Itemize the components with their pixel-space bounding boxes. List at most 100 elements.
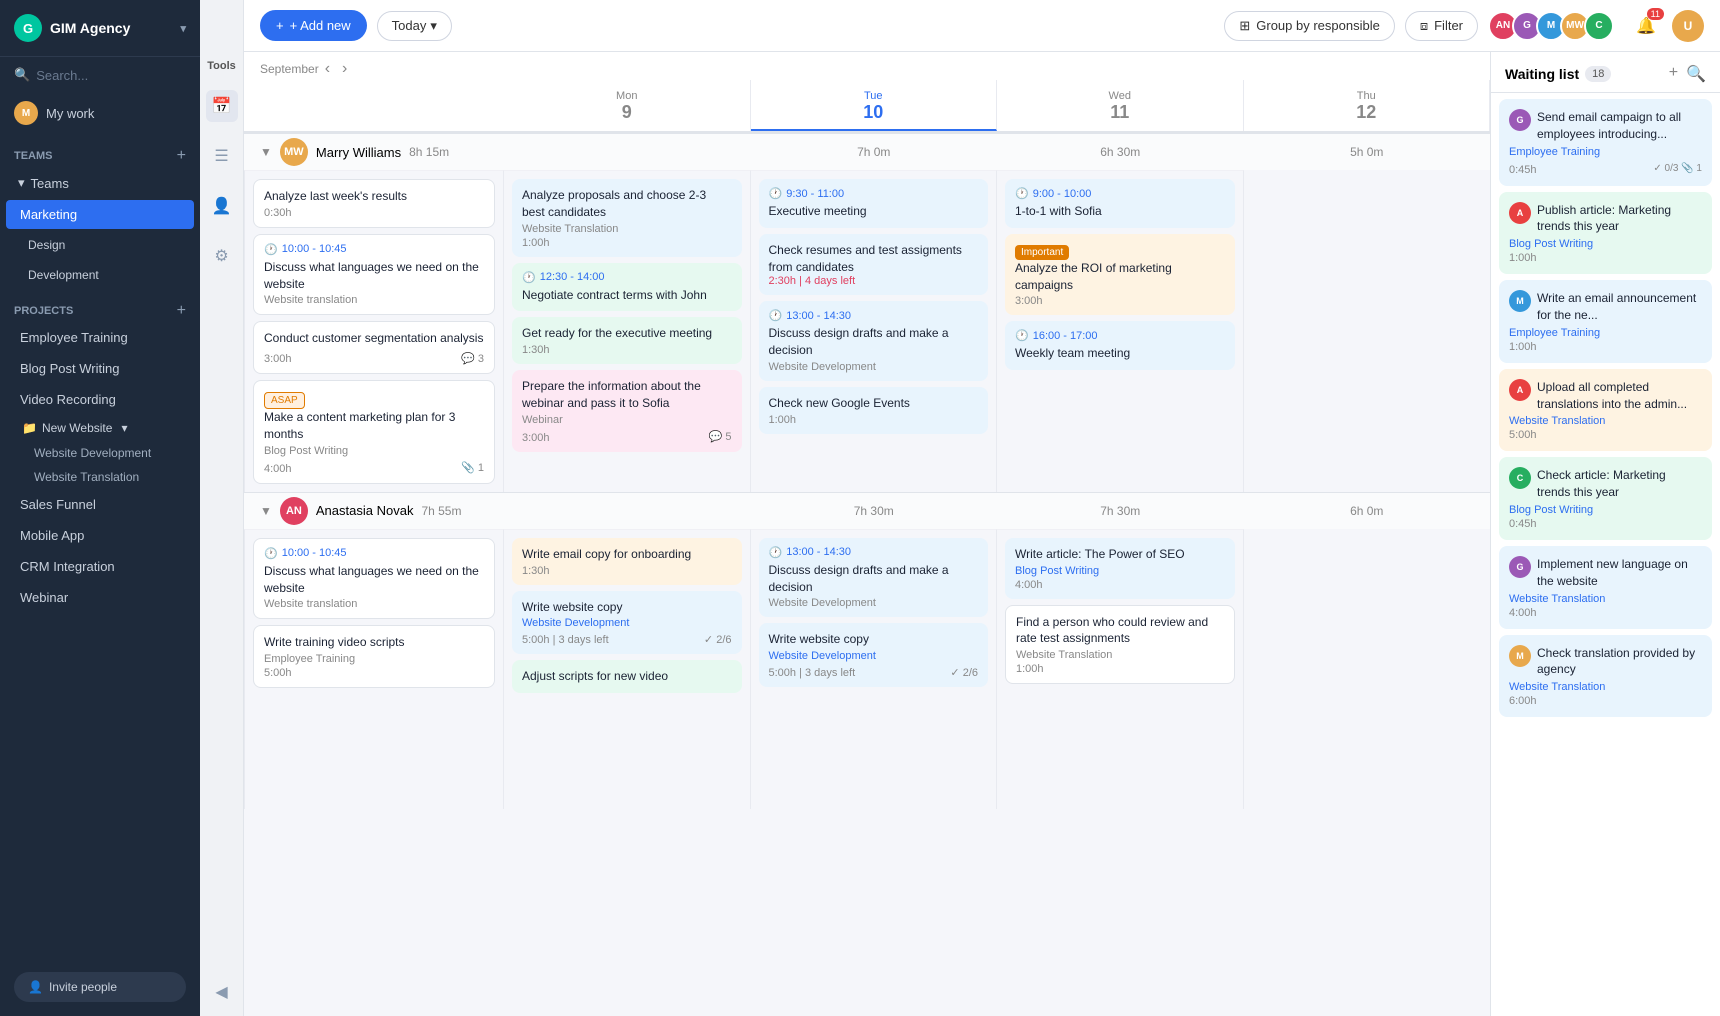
task-check: ✓ 2/6 <box>950 666 978 679</box>
task-title: Analyze proposals and choose 2-3 best ca… <box>522 187 732 221</box>
task-card[interactable]: 🕐 9:30 - 11:00 Executive meeting <box>759 179 989 228</box>
sidebar-item-marketing[interactable]: Marketing <box>6 200 194 229</box>
notifications-button[interactable]: 🔔 11 <box>1630 10 1662 42</box>
wl-item-title: Check translation provided by agency <box>1537 645 1702 679</box>
anastasia-avatar: AN <box>280 497 308 525</box>
add-label: + Add new <box>290 18 351 33</box>
filter-button[interactable]: ⧈ Filter <box>1405 11 1478 41</box>
wl-item-project: Employee Training <box>1509 327 1702 339</box>
task-card[interactable]: Write email copy for onboarding 1:30h <box>512 538 742 585</box>
wl-item[interactable]: M Write an email announcement for the ne… <box>1499 280 1712 363</box>
wl-item[interactable]: A Upload all completed translations into… <box>1499 369 1712 452</box>
task-title: Executive meeting <box>769 203 979 220</box>
sidebar-item-mobile-app[interactable]: Mobile App <box>6 521 194 550</box>
task-card[interactable]: Write training video scripts Employee Tr… <box>253 625 495 688</box>
wl-item-project: Employee Training <box>1509 146 1702 158</box>
task-card[interactable]: Find a person who could review and rate … <box>1005 605 1235 685</box>
task-title: Negotiate contract terms with John <box>522 287 732 304</box>
wl-item-title: Implement new language on the website <box>1537 556 1702 590</box>
wl-item[interactable]: A Publish article: Marketing trends this… <box>1499 192 1712 275</box>
collapse-nav-button[interactable]: ◀ <box>206 984 238 1016</box>
sidebar-item-new-website[interactable]: 📁 New Website ▾ <box>0 415 200 441</box>
wl-item-project: Website Translation <box>1509 415 1702 427</box>
task-card[interactable]: 🕐 10:00 - 10:45 Discuss what languages w… <box>253 538 495 620</box>
sidebar-item-website-translation[interactable]: Website Translation <box>0 465 200 489</box>
wl-item-check: ✓ 0/3 📎 1 <box>1653 163 1702 174</box>
wl-item[interactable]: M Check translation provided by agency W… <box>1499 635 1712 718</box>
task-card[interactable]: Write website copy Website Development 5… <box>759 623 989 687</box>
add-new-button[interactable]: + + Add new <box>260 10 367 41</box>
task-title: Analyze the ROI of marketing campaigns <box>1015 260 1225 294</box>
collapse-marry-button[interactable]: ▼ <box>260 145 272 159</box>
task-card[interactable]: Conduct customer segmentation analysis 3… <box>253 321 495 374</box>
month-label: September <box>260 62 319 76</box>
task-card[interactable]: 🕐 16:00 - 17:00 Weekly team meeting <box>1005 321 1235 370</box>
tools-icon[interactable]: Tools <box>207 60 236 72</box>
sidebar-item-crm-integration[interactable]: CRM Integration <box>6 552 194 581</box>
anastasia-tue-hours: 7h 30m <box>751 504 998 518</box>
settings-icon[interactable]: ⚙ <box>206 240 238 272</box>
anastasia-total-hours: 7h 55m <box>421 504 461 518</box>
calendar-icon[interactable]: 📅 <box>206 90 238 122</box>
list-icon[interactable]: ☰ <box>206 140 238 172</box>
task-card[interactable]: Important Analyze the ROI of marketing c… <box>1005 234 1235 316</box>
wl-item-header: A Upload all completed translations into… <box>1509 379 1702 413</box>
brand[interactable]: G GIM Agency ▾ <box>0 0 200 57</box>
sidebar-item-website-development[interactable]: Website Development <box>0 441 200 465</box>
task-time: 🕐 10:00 - 10:45 <box>264 547 484 560</box>
sidebar-item-development[interactable]: Development <box>6 261 194 289</box>
person-icon[interactable]: 👤 <box>206 190 238 222</box>
brand-chevron[interactable]: ▾ <box>180 22 186 35</box>
next-week-button[interactable]: › <box>336 58 353 80</box>
task-card[interactable]: Write article: The Power of SEO Blog Pos… <box>1005 538 1235 599</box>
task-card[interactable]: Get ready for the executive meeting 1:30… <box>512 317 742 364</box>
search-waiting-button[interactable]: 🔍 <box>1686 64 1706 84</box>
task-time: 🕐 12:30 - 14:00 <box>522 271 732 284</box>
today-button[interactable]: Today ▾ <box>377 11 452 41</box>
task-card[interactable]: 🕐 9:00 - 10:00 1-to-1 with Sofia <box>1005 179 1235 228</box>
task-card[interactable]: Write website copy Website Development 5… <box>512 591 742 655</box>
my-work-item[interactable]: M My work <box>0 93 200 133</box>
sidebar-item-teams-expand[interactable]: ▾ Teams <box>6 168 194 198</box>
sidebar-item-sales-funnel[interactable]: Sales Funnel <box>6 490 194 519</box>
sidebar-item-employee-training[interactable]: Employee Training <box>6 323 194 352</box>
avatar-5[interactable]: C <box>1584 11 1614 41</box>
collapse-anastasia-button[interactable]: ▼ <box>260 504 272 518</box>
task-card[interactable]: 🕐 12:30 - 14:00 Negotiate contract terms… <box>512 263 742 312</box>
task-title: Analyze last week's results <box>264 188 484 205</box>
task-card[interactable]: 🕐 13:00 - 14:30 Discuss design drafts an… <box>759 301 989 381</box>
anastasia-mon-cell: 🕐 10:00 - 10:45 Discuss what languages w… <box>244 529 504 809</box>
sidebar-item-design[interactable]: Design <box>6 231 194 259</box>
add-waiting-item-button[interactable]: + <box>1669 64 1678 84</box>
brand-name: GIM Agency <box>50 20 130 36</box>
wl-item[interactable]: G Implement new language on the website … <box>1499 546 1712 629</box>
prev-week-button[interactable]: ‹ <box>319 58 336 80</box>
sidebar-item-webinar[interactable]: Webinar <box>6 583 194 612</box>
waiting-list: Waiting list 18 + 🔍 G Send email campaig… <box>1490 52 1720 1016</box>
user-avatar[interactable]: U <box>1672 10 1704 42</box>
teams-add[interactable]: + <box>177 147 186 165</box>
anastasia-wed-cell: 🕐 13:00 - 14:30 Discuss design drafts an… <box>751 529 998 809</box>
task-card[interactable]: Check resumes and test assigments from c… <box>759 234 989 296</box>
avatar-group: AN G M MW C <box>1488 11 1614 41</box>
sidebar-item-video-recording[interactable]: Video Recording <box>6 385 194 414</box>
task-card[interactable]: 🕐 13:00 - 14:30 Discuss design drafts an… <box>759 538 989 618</box>
task-card[interactable]: Adjust scripts for new video <box>512 660 742 693</box>
task-card[interactable]: ASAP Make a content marketing plan for 3… <box>253 380 495 484</box>
task-card[interactable]: Analyze proposals and choose 2-3 best ca… <box>512 179 742 257</box>
task-card[interactable]: Analyze last week's results 0:30h <box>253 179 495 228</box>
task-title: Discuss design drafts and make a decisio… <box>769 325 979 359</box>
task-title: Write website copy <box>769 631 979 648</box>
invite-people-button[interactable]: 👤 Invite people <box>14 972 186 1002</box>
wl-item[interactable]: C Check article: Marketing trends this y… <box>1499 457 1712 540</box>
sidebar-item-blog-post[interactable]: Blog Post Writing <box>6 354 194 383</box>
mon-name: Mon <box>512 90 742 102</box>
search-area[interactable]: 🔍 Search... <box>0 57 200 93</box>
task-card[interactable]: Prepare the information about the webina… <box>512 370 742 452</box>
task-title: Write website copy <box>522 599 732 616</box>
task-card[interactable]: Check new Google Events 1:00h <box>759 387 989 434</box>
projects-add[interactable]: + <box>177 302 186 320</box>
task-card[interactable]: 🕐 10:00 - 10:45 Discuss what languages w… <box>253 234 495 316</box>
group-by-button[interactable]: ⊞ Group by responsible <box>1224 11 1394 41</box>
wl-item[interactable]: G Send email campaign to all employees i… <box>1499 99 1712 186</box>
